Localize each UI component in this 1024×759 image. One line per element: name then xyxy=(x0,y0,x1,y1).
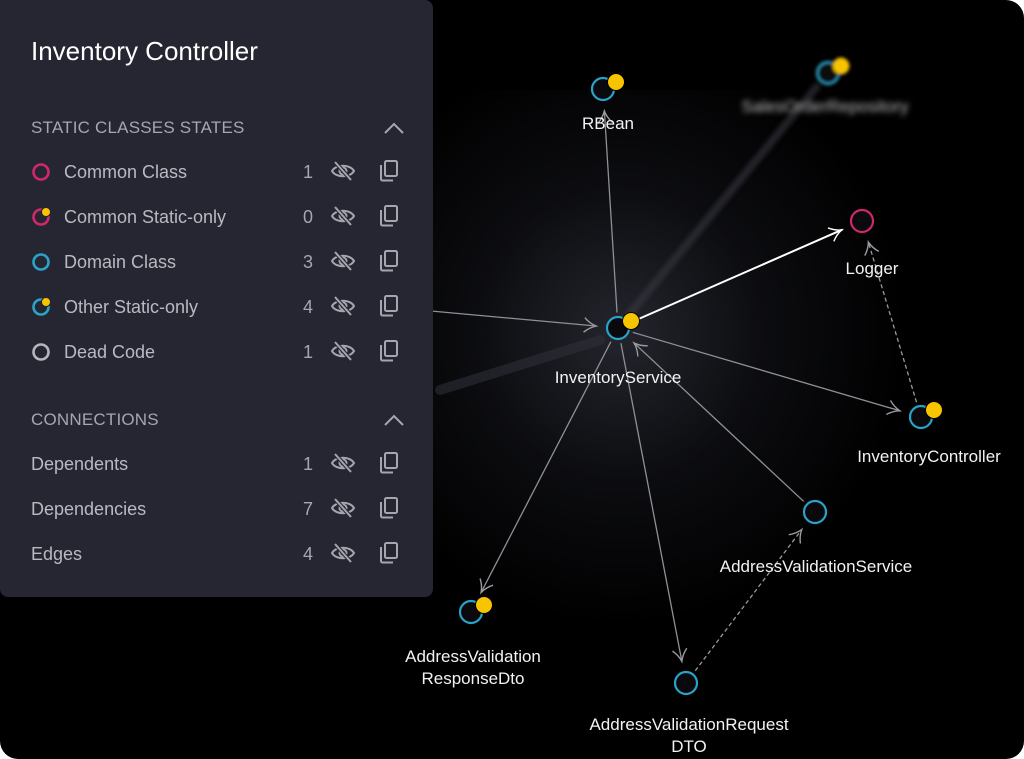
chevron-up-icon[interactable] xyxy=(382,408,406,432)
copy-icon[interactable] xyxy=(378,496,400,520)
node-label-SalesOrderRepository[interactable]: SalesOrderRepository xyxy=(741,96,908,118)
common-class-marker-icon xyxy=(32,163,50,181)
copy-icon[interactable] xyxy=(378,294,400,318)
connection-row-dependencies: Dependencies 7 xyxy=(31,494,406,524)
domain-class-ring-icon xyxy=(673,670,699,696)
eye-off-icon[interactable] xyxy=(330,159,356,183)
node-label-line: DTO xyxy=(671,737,707,756)
section-header-connections[interactable]: CONNECTIONS xyxy=(31,408,406,432)
eye-off-icon[interactable] xyxy=(330,294,356,318)
eye-off-icon[interactable] xyxy=(330,339,356,363)
chevron-up-icon[interactable] xyxy=(382,116,406,140)
node-label-InventoryController[interactable]: InventoryController xyxy=(857,446,1001,468)
edge-offscreen-left-to-InventoryService[interactable] xyxy=(419,309,599,333)
node-SalesOrderRepository[interactable] xyxy=(815,57,850,86)
eye-off-icon[interactable] xyxy=(330,451,356,475)
legend-label: Dead Code xyxy=(64,342,156,362)
copy-icon[interactable] xyxy=(378,339,400,363)
section-title: CONNECTIONS xyxy=(31,410,159,429)
edge-line xyxy=(620,343,683,663)
other-static-marker-icon xyxy=(32,297,51,316)
node-label-line: ResponseDto xyxy=(421,669,525,688)
eye-off-icon[interactable] xyxy=(330,541,356,565)
connection-label: Edges xyxy=(31,544,83,564)
node-label-line: AddressValidationService xyxy=(719,557,913,576)
node-InventoryService[interactable] xyxy=(605,312,640,341)
legend-count: 1 xyxy=(302,162,313,182)
node-label-line: Logger xyxy=(845,259,899,278)
node-label-line: AddressValidationRequest xyxy=(589,715,789,734)
static-only-dot-icon xyxy=(925,401,943,419)
node-label-line: InventoryController xyxy=(857,447,1001,466)
node-label-line: RBean xyxy=(582,114,634,133)
node-label-line: SalesOrderRepository xyxy=(741,97,909,116)
legend-row-common-static-only: Common Static-only 0 xyxy=(31,202,406,232)
graph-canvas[interactable]: InventoryService RBean SalesOrderRepositor… xyxy=(0,0,1024,759)
eye-off-icon[interactable] xyxy=(330,204,356,228)
edge-line xyxy=(419,309,597,327)
connection-count: 4 xyxy=(302,544,313,564)
copy-icon[interactable] xyxy=(378,249,400,273)
node-AddressValidationResponseDto[interactable] xyxy=(458,596,493,625)
legend-label: Common Class xyxy=(64,162,188,182)
node-label-AddressValidationRequestDTO[interactable]: AddressValidationRequest DTO xyxy=(589,714,788,758)
copy-icon[interactable] xyxy=(378,451,400,475)
static-only-dot-icon xyxy=(622,312,640,330)
common-class-ring-icon xyxy=(849,208,875,234)
edge-InventoryService-to-RBean[interactable] xyxy=(597,108,618,313)
node-label-line: AddressValidation xyxy=(405,647,541,666)
node-label-InventoryService[interactable]: InventoryService xyxy=(555,367,682,389)
domain-class-ring-icon xyxy=(802,499,828,525)
legend-row-common-class: Common Class 1 xyxy=(31,157,406,187)
connection-count: 1 xyxy=(302,454,313,474)
node-InventoryController[interactable] xyxy=(908,401,943,430)
copy-icon[interactable] xyxy=(378,541,400,565)
edge-InventoryService-to-AddressValidationRequestDTO[interactable] xyxy=(620,343,688,664)
legend-count: 4 xyxy=(302,297,313,317)
connection-row-edges: Edges 4 xyxy=(31,539,406,569)
static-only-dot-icon xyxy=(607,73,625,91)
section-title: STATIC CLASSES STATES xyxy=(31,118,245,137)
panel-title: Inventory Controller xyxy=(31,36,258,66)
common-static-marker-icon xyxy=(32,207,51,226)
legend-count: 0 xyxy=(302,207,313,227)
dead-code-marker-icon xyxy=(32,343,50,361)
node-RBean[interactable] xyxy=(590,73,625,102)
legend-row-other-static-only: Other Static-only 4 xyxy=(31,292,406,322)
section-header-static-classes[interactable]: STATIC CLASSES STATES xyxy=(31,116,406,140)
connection-label: Dependencies xyxy=(31,499,147,519)
copy-icon[interactable] xyxy=(378,159,400,183)
legend-label: Common Static-only xyxy=(64,207,227,227)
static-only-dot-icon xyxy=(475,596,493,614)
eye-off-icon[interactable] xyxy=(330,496,356,520)
legend-label: Other Static-only xyxy=(64,297,199,317)
node-label-AddressValidationResponseDto[interactable]: AddressValidation ResponseDto xyxy=(405,646,541,690)
edge-AddressValidationRequestDTO-to-AddressValidationService[interactable] xyxy=(694,527,804,671)
node-AddressValidationRequestDTO[interactable] xyxy=(673,670,699,696)
edge-line xyxy=(694,528,803,671)
connection-count: 7 xyxy=(302,499,313,519)
node-label-Logger[interactable]: Logger xyxy=(846,258,899,280)
legend-row-dead-code: Dead Code 1 xyxy=(31,337,406,367)
connection-label: Dependents xyxy=(31,454,129,474)
node-AddressValidationService[interactable] xyxy=(802,499,828,525)
node-label-line: InventoryService xyxy=(554,368,682,387)
edge-arrowhead xyxy=(788,527,804,544)
details-panel: Inventory Controller STATIC CLASSES STAT… xyxy=(0,0,433,597)
connection-row-dependents: Dependents 1 xyxy=(31,449,406,479)
legend-label: Domain Class xyxy=(64,252,177,272)
legend-count: 3 xyxy=(302,252,313,272)
static-only-dot-icon xyxy=(832,57,850,75)
edge-line xyxy=(603,110,618,313)
eye-off-icon[interactable] xyxy=(330,249,356,273)
node-label-AddressValidationService[interactable]: AddressValidationService xyxy=(720,556,912,578)
domain-class-marker-icon xyxy=(32,253,50,271)
node-Logger[interactable] xyxy=(849,208,875,234)
node-label-RBean[interactable]: RBean xyxy=(582,113,634,135)
copy-icon[interactable] xyxy=(378,204,400,228)
legend-count: 1 xyxy=(302,342,313,362)
legend-row-domain-class: Domain Class 3 xyxy=(31,247,406,277)
